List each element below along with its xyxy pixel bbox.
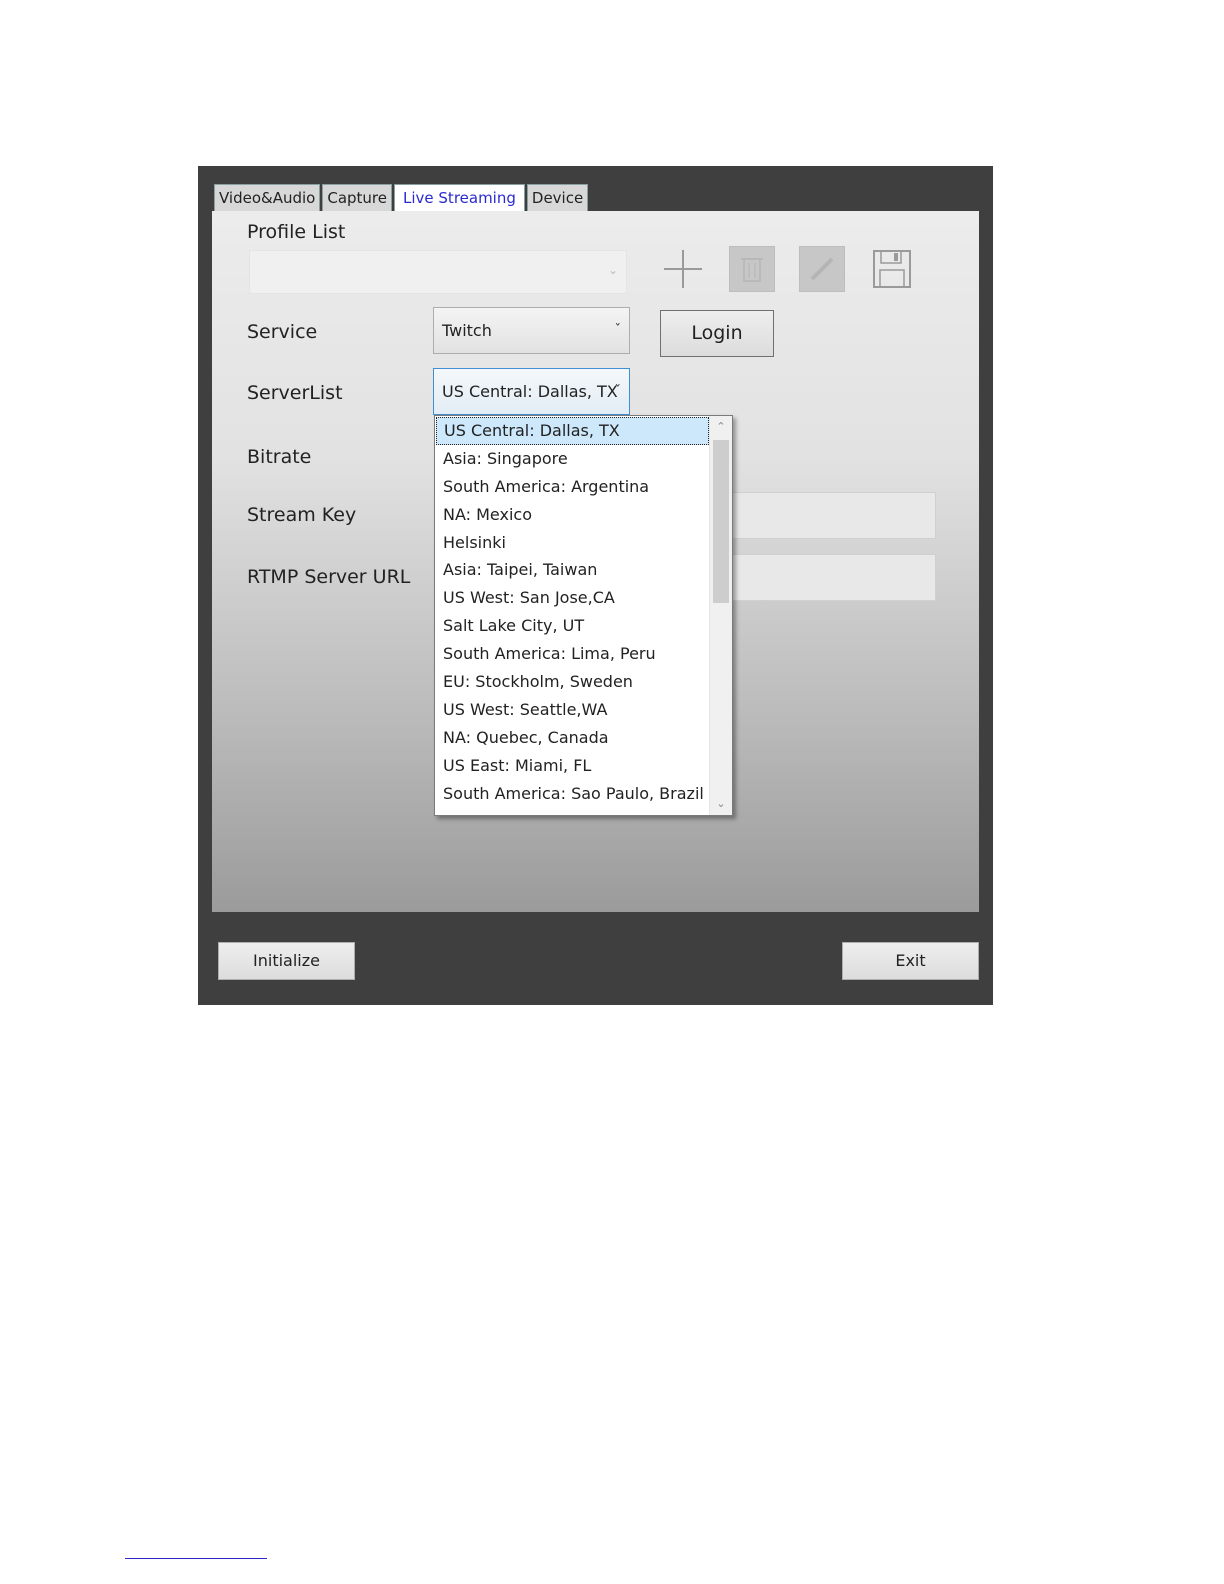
server-option[interactable]: South America: Argentina: [436, 473, 709, 501]
stream-key-label: Stream Key: [247, 504, 357, 526]
footnote-rule: [125, 1558, 267, 1559]
server-option[interactable]: Asia: Taipei, Taiwan: [436, 556, 709, 584]
server-list-dropdown: US Central: Dallas, TX Asia: Singapore Sou…: [434, 415, 733, 816]
server-list-select[interactable]: US Central: Dallas, TX ˇ: [433, 368, 630, 415]
rtmp-server-url-input[interactable]: [731, 554, 936, 601]
exit-button[interactable]: Exit: [842, 942, 979, 980]
add-profile-button[interactable]: [660, 246, 706, 292]
delete-icon: [741, 258, 763, 282]
profile-list-combo[interactable]: ⌄: [249, 250, 627, 294]
initialize-button[interactable]: Initialize: [218, 942, 355, 980]
tab-video-audio[interactable]: Video&Audio: [214, 184, 321, 211]
service-label: Service: [247, 321, 318, 343]
chevron-down-icon: ⌄: [607, 263, 618, 277]
chevron-down-icon: ˇ: [614, 323, 622, 338]
server-option[interactable]: South America: Sao Paulo, Brazil: [436, 780, 709, 808]
tab-bar: Video&Audio Capture Live Streaming Devic…: [214, 184, 590, 211]
server-list-value: US Central: Dallas, TX: [442, 382, 618, 401]
service-value: Twitch: [442, 321, 492, 340]
profile-list-label: Profile List: [247, 221, 346, 243]
server-option[interactable]: US West: San Jose,CA: [436, 584, 709, 612]
edit-profile-button[interactable]: [799, 246, 845, 292]
service-select[interactable]: Twitch ˇ: [433, 307, 630, 354]
server-option[interactable]: US Central: Dallas, TX: [436, 417, 709, 445]
chevron-down-icon: ˇ: [614, 384, 622, 399]
server-options-list: US Central: Dallas, TX Asia: Singapore Sou…: [436, 417, 709, 807]
save-icon: [873, 250, 911, 288]
server-option[interactable]: South America: Lima, Peru: [436, 640, 709, 668]
stream-key-input[interactable]: [731, 492, 936, 539]
server-option[interactable]: US West: Seattle,WA: [436, 696, 709, 724]
tab-capture[interactable]: Capture: [322, 184, 393, 211]
dropdown-scrollbar[interactable]: ⌃ ⌄: [709, 416, 732, 815]
rtmp-server-url-label: RTMP Server URL: [247, 566, 411, 588]
server-option[interactable]: EU: Stockholm, Sweden: [436, 668, 709, 696]
scroll-down-icon[interactable]: ⌄: [710, 793, 732, 815]
server-list-label: ServerList: [247, 382, 343, 404]
save-profile-button[interactable]: [869, 246, 915, 292]
delete-profile-button[interactable]: [729, 246, 775, 292]
scroll-thumb[interactable]: [713, 440, 729, 603]
server-option[interactable]: NA: Quebec, Canada: [436, 724, 709, 752]
tab-live-streaming[interactable]: Live Streaming: [394, 184, 525, 211]
server-option[interactable]: Asia: Singapore: [436, 445, 709, 473]
bitrate-label: Bitrate: [247, 446, 312, 468]
login-button[interactable]: Login: [660, 310, 774, 357]
edit-icon: [810, 257, 834, 281]
server-option[interactable]: Helsinki: [436, 529, 709, 557]
server-option[interactable]: Salt Lake City, UT: [436, 612, 709, 640]
tab-device[interactable]: Device: [526, 184, 589, 211]
scroll-up-icon[interactable]: ⌃: [710, 416, 732, 438]
server-option[interactable]: NA: Mexico: [436, 501, 709, 529]
server-option[interactable]: US East: Miami, FL: [436, 752, 709, 780]
add-icon: [664, 250, 702, 288]
